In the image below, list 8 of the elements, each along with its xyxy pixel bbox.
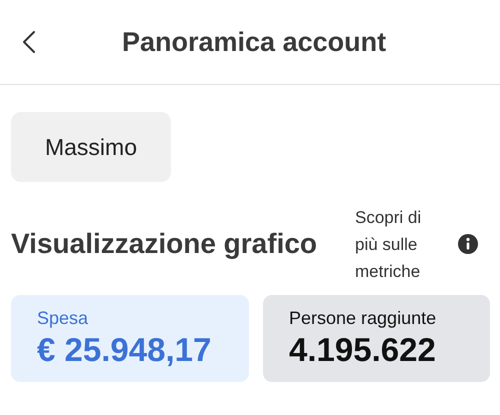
metrics-info-link[interactable]: Scopri di più sulle metriche [355,204,445,284]
info-icon[interactable] [458,234,478,254]
account-chip[interactable]: Massimo [11,112,171,182]
page-title: Panoramica account [122,26,386,58]
back-icon [22,30,36,54]
metric-card[interactable]: Persone raggiunte 4.195.622 [263,295,490,382]
section-title: Visualizzazione grafico [11,228,318,260]
metric-card[interactable]: Spesa € 25.948,17 [11,295,249,382]
